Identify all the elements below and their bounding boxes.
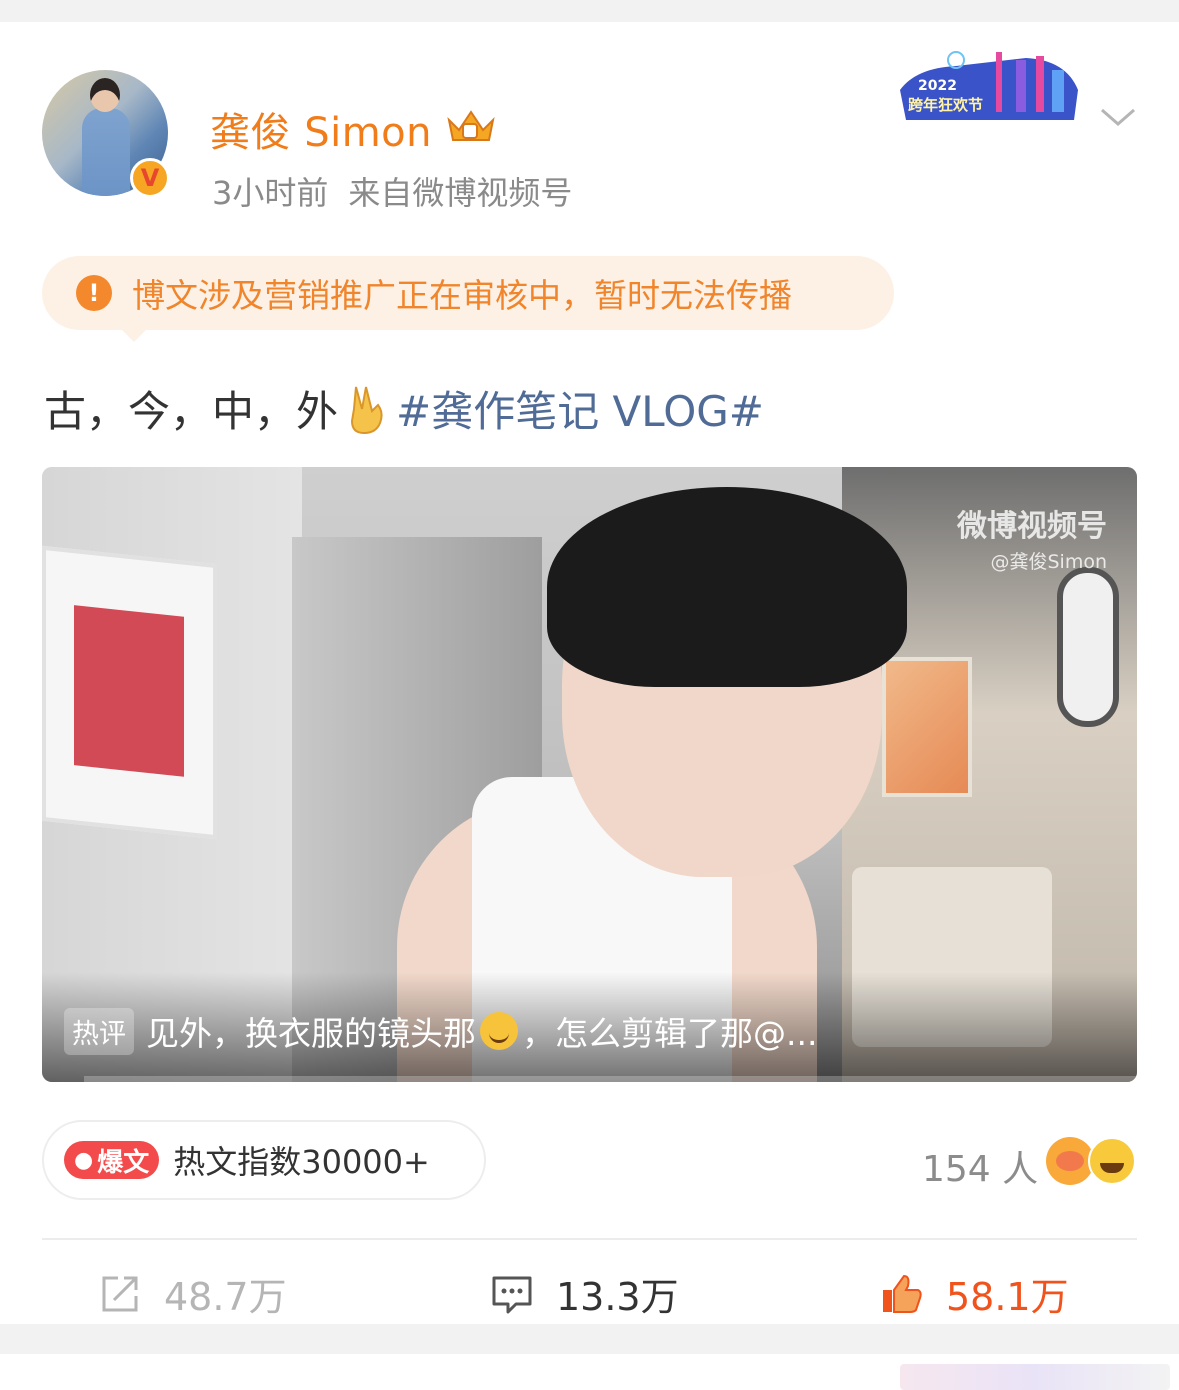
info-icon: ! [76,275,112,311]
video-watermark: 微博视频号 @龚俊Simon [957,501,1107,574]
comment-icon [492,1276,532,1313]
hot-comment-before: 见外，换衣服的镜头那 [146,1014,476,1053]
review-notice: ! 博文涉及营销推广正在审核中，暂时无法传播 [42,256,894,342]
smile-emoji-icon [480,1012,518,1050]
boom-label: 爆文 [97,1147,150,1178]
hot-comment-after: ，怎么剪辑了那@... [522,1014,818,1053]
avatar-person-body [82,108,130,196]
hot-article-pill[interactable]: ● 爆文 热文指数30000+ [42,1120,486,1200]
hot-index: 热文指数30000+ [173,1143,430,1181]
comment-button[interactable]: 13.3万 [490,1266,679,1321]
watermark-main: 微博视频号 [957,509,1107,544]
post-card: V 龚俊 Simon 3小时前 来自微博视频号 2022 跨年狂欢节 ! 博文涉及… [0,22,1179,1324]
like-thumb-icon [883,1274,922,1313]
hot-comment-tag: 热评 [64,1007,134,1055]
boom-badge: ● 爆文 [64,1141,160,1179]
feed-gap [0,1324,1179,1354]
grin-emoji-icon[interactable] [1088,1137,1136,1185]
avatar-person-head [90,78,120,112]
post-text: 古，今，中，外 #龚作笔记 VLOG# [44,378,764,439]
post-text-main: 古，今，中，外 [44,387,339,436]
video-painting [882,657,972,797]
video-person-hair [547,487,907,687]
post-meta: 3小时前 来自微博视频号 [212,168,572,214]
reaction-count[interactable]: 154 人 [922,1140,1038,1192]
share-icon [102,1276,138,1311]
watermark-sub: @龚俊Simon [990,551,1107,573]
review-notice-text: 博文涉及营销推广正在审核中，暂时无法传播 [132,276,792,315]
fire-icon: ● [74,1147,94,1173]
video-wall-frame [42,545,217,840]
chevron-down-icon[interactable] [1098,102,1138,132]
hot-comment[interactable]: 热评 见外，换衣服的镜头那 ，怎么剪辑了那@... [64,1007,817,1055]
next-post-banner [900,1364,1170,1390]
share-count: 48.7万 [164,1275,287,1319]
top-gap [0,0,1179,22]
comment-count: 13.3万 [556,1275,679,1319]
new-year-event-banner[interactable]: 2022 跨年狂欢节 [896,50,1082,130]
banner-year: 2022 [918,78,957,94]
share-button[interactable]: 48.7万 [98,1266,287,1321]
post-source[interactable]: 来自微博视频号 [348,174,572,212]
like-button[interactable]: 58.1万 [880,1266,1069,1321]
video-mirror [1057,567,1119,727]
hot-comment-text: 见外，换衣服的镜头那 ，怎么剪辑了那@... [146,1007,817,1055]
victory-hand-icon [351,386,383,434]
like-count: 58.1万 [946,1275,1069,1319]
video-player[interactable]: 微博视频号 @龚俊Simon 热评 见外，换衣服的镜头那 ，怎么剪辑了那@... [42,467,1137,1082]
post-time: 3小时前 [212,174,329,212]
video-wall-art [74,605,184,777]
username[interactable]: 龚俊 Simon [210,100,432,158]
video-progress-bar[interactable] [84,1076,1137,1082]
crown-icon [447,110,495,141]
hashtag-link[interactable]: #龚作笔记 VLOG# [396,378,764,439]
next-post-card [0,1354,1179,1390]
banner-title: 跨年狂欢节 [908,96,983,114]
laugh-tears-emoji-icon[interactable] [1046,1137,1094,1185]
verified-v-icon: V [130,158,170,198]
